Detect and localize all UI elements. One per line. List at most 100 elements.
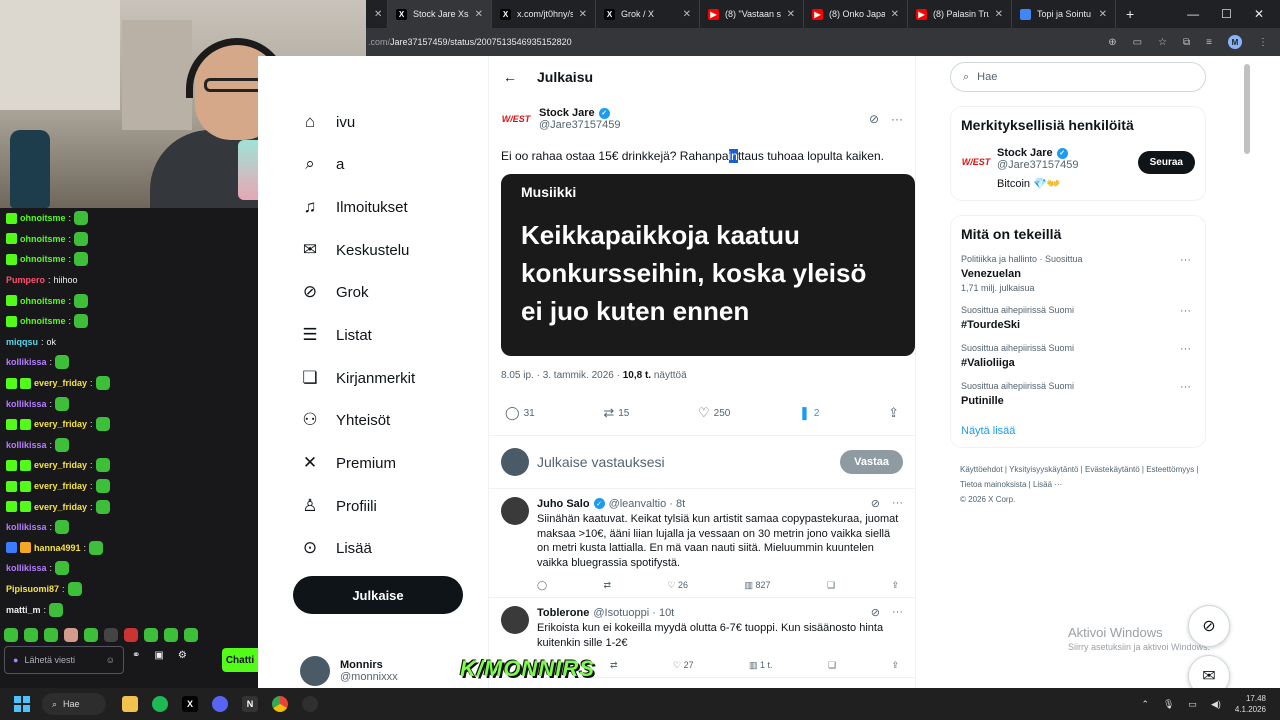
avatar[interactable]: W/EST: [961, 147, 991, 177]
close-tab-icon[interactable]: ✕: [891, 9, 899, 20]
nav-item-x[interactable]: ✕ Premium: [300, 453, 396, 473]
chat-username[interactable]: kollikissa: [6, 563, 47, 573]
cast-icon[interactable]: ▭: [1133, 37, 1142, 48]
start-button[interactable]: [14, 696, 30, 712]
emote[interactable]: [24, 627, 38, 642]
more-icon[interactable]: ···: [1180, 381, 1191, 393]
reply-action[interactable]: ◯: [537, 580, 547, 591]
avatar[interactable]: [501, 606, 529, 634]
emote[interactable]: [124, 627, 138, 642]
nav-item-home[interactable]: ⌂ ivu: [300, 112, 355, 132]
points-icon[interactable]: ⚭: [132, 650, 140, 661]
footer-link[interactable]: Tietoa mainoksista: [960, 480, 1026, 489]
star-icon[interactable]: ☆: [1158, 37, 1167, 48]
browser-tab[interactable]: ▶ (8) "Vastaan san... ✕: [700, 0, 804, 28]
like-action[interactable]: ♡ 26: [667, 580, 688, 591]
emote[interactable]: [184, 627, 198, 642]
emote[interactable]: [64, 627, 78, 642]
chat-username[interactable]: ohnoitsme: [20, 296, 66, 306]
gift-icon[interactable]: ▣: [154, 650, 163, 661]
app-icon[interactable]: N: [242, 696, 258, 712]
search-input[interactable]: ⌕ Hae: [950, 62, 1206, 92]
author-avatar[interactable]: W/EST: [501, 104, 531, 134]
discord-icon[interactable]: [212, 696, 228, 712]
browser-tab[interactable]: ▶ (8) Onko Japan... ✕: [804, 0, 908, 28]
post-button[interactable]: Julkaise: [293, 576, 463, 614]
close-tab-icon[interactable]: ✕: [683, 9, 691, 20]
more-icon[interactable]: ···: [1180, 305, 1191, 317]
chat-username[interactable]: Pipisuomi87: [6, 584, 59, 594]
views-action[interactable]: ▥ 827: [744, 580, 770, 591]
chat-username[interactable]: ohnoitsme: [20, 213, 66, 223]
browser-tab[interactable]: ✕: [366, 0, 388, 28]
nav-item-user[interactable]: ♙ Profiili: [300, 496, 376, 516]
chat-input[interactable]: ● Lähetä viesti ☺: [4, 646, 124, 674]
chat-username[interactable]: kollikissa: [6, 357, 47, 367]
taskbar-search[interactable]: ⌕ Hae: [42, 693, 106, 715]
share-action[interactable]: ⇪: [891, 580, 899, 591]
chat-username[interactable]: kollikissa: [6, 440, 47, 450]
menu-icon[interactable]: ⋮: [1258, 37, 1268, 48]
close-tab-icon[interactable]: ✕: [1099, 9, 1107, 20]
emote[interactable]: [4, 627, 18, 642]
grok-float-button[interactable]: ⊘: [1188, 605, 1230, 647]
nav-item-list[interactable]: ☰ Listat: [300, 325, 371, 345]
chat-username[interactable]: matti_m: [6, 605, 41, 615]
emote[interactable]: [144, 627, 158, 642]
network-icon[interactable]: ▭: [1188, 699, 1197, 710]
scrollbar[interactable]: [1244, 64, 1250, 154]
views-action[interactable]: ▥ 1 t.: [749, 660, 773, 671]
browser-tab[interactable]: X Grok / X ✕: [596, 0, 700, 28]
reply-post[interactable]: Juho Salo ✓ @leanvaltio · 8t ⊘ ··· Siinähän k…: [489, 489, 915, 598]
nav-item-bookmark[interactable]: ❏ Kirjanmerkit: [300, 368, 415, 388]
reply-action[interactable]: ◯ 31: [505, 405, 535, 421]
grok-icon[interactable]: ⊘: [871, 606, 880, 619]
more-icon[interactable]: ···: [1180, 343, 1191, 355]
repost-action[interactable]: ⇄: [604, 580, 612, 591]
chat-username[interactable]: every_friday: [34, 419, 87, 429]
chat-username[interactable]: kollikissa: [6, 522, 47, 532]
nav-item-explore[interactable]: ⌕ a: [300, 154, 344, 174]
repost-action[interactable]: ⇄: [610, 660, 618, 671]
chat-username[interactable]: every_friday: [34, 481, 87, 491]
emote[interactable]: [44, 627, 58, 642]
browser-tab[interactable]: ▶ (8) Palasin Trum... ✕: [908, 0, 1012, 28]
mic-icon[interactable]: 🎙: [1163, 699, 1174, 710]
footer-link[interactable]: Esteettömyys: [1146, 465, 1194, 474]
bookmark-action[interactable]: ❚ 2: [799, 405, 819, 421]
footer-link[interactable]: Evästekäytäntö: [1085, 465, 1140, 474]
more-icon[interactable]: ···: [892, 606, 903, 619]
reply-author[interactable]: Juho Salo: [537, 498, 590, 510]
back-arrow-icon[interactable]: ←: [503, 69, 517, 85]
grok-icon[interactable]: ⊘: [869, 112, 879, 126]
reply-author[interactable]: Toblerone: [537, 607, 589, 619]
nav-item-community[interactable]: ⚇ Yhteisöt: [300, 410, 390, 430]
footer-link[interactable]: Lisää ···: [1033, 480, 1062, 489]
file-explorer-icon[interactable]: [122, 696, 138, 712]
x-app-icon[interactable]: X: [182, 696, 198, 712]
share-action[interactable]: ⇪: [891, 660, 899, 671]
trend-item[interactable]: Suosittua aihepiirissä Suomi #Valioliiga ·…: [961, 343, 1195, 369]
tray-chevron-icon[interactable]: ⌃: [1141, 699, 1149, 710]
trend-item[interactable]: Suosittua aihepiirissä Suomi #TourdeSki ··…: [961, 305, 1195, 331]
extensions-icon[interactable]: ⧉: [1183, 37, 1190, 48]
bookmark-action[interactable]: ❏: [828, 660, 836, 671]
nav-item-more[interactable]: ⊙ Lisää: [300, 538, 372, 558]
close-tab-icon[interactable]: ✕: [475, 9, 483, 20]
close-tab-icon[interactable]: ✕: [579, 9, 587, 20]
more-icon[interactable]: ···: [891, 112, 903, 126]
emote[interactable]: [84, 627, 98, 642]
reply-button[interactable]: Vastaa: [840, 450, 903, 474]
close-tab-icon[interactable]: ✕: [787, 9, 795, 20]
emote[interactable]: [164, 627, 178, 642]
author-handle[interactable]: @Jare37157459: [539, 119, 621, 131]
close-tab-icon[interactable]: ✕: [995, 9, 1003, 20]
obs-icon[interactable]: [302, 696, 318, 712]
grok-icon[interactable]: ⊘: [871, 497, 880, 510]
who-name[interactable]: Stock Jare: [997, 147, 1053, 159]
chat-username[interactable]: every_friday: [34, 460, 87, 470]
chrome-icon[interactable]: [272, 696, 288, 712]
like-action[interactable]: ♡ 250: [698, 405, 730, 421]
footer-link[interactable]: Yksityisyyskäytäntö: [1009, 465, 1078, 474]
emote[interactable]: [104, 627, 118, 642]
